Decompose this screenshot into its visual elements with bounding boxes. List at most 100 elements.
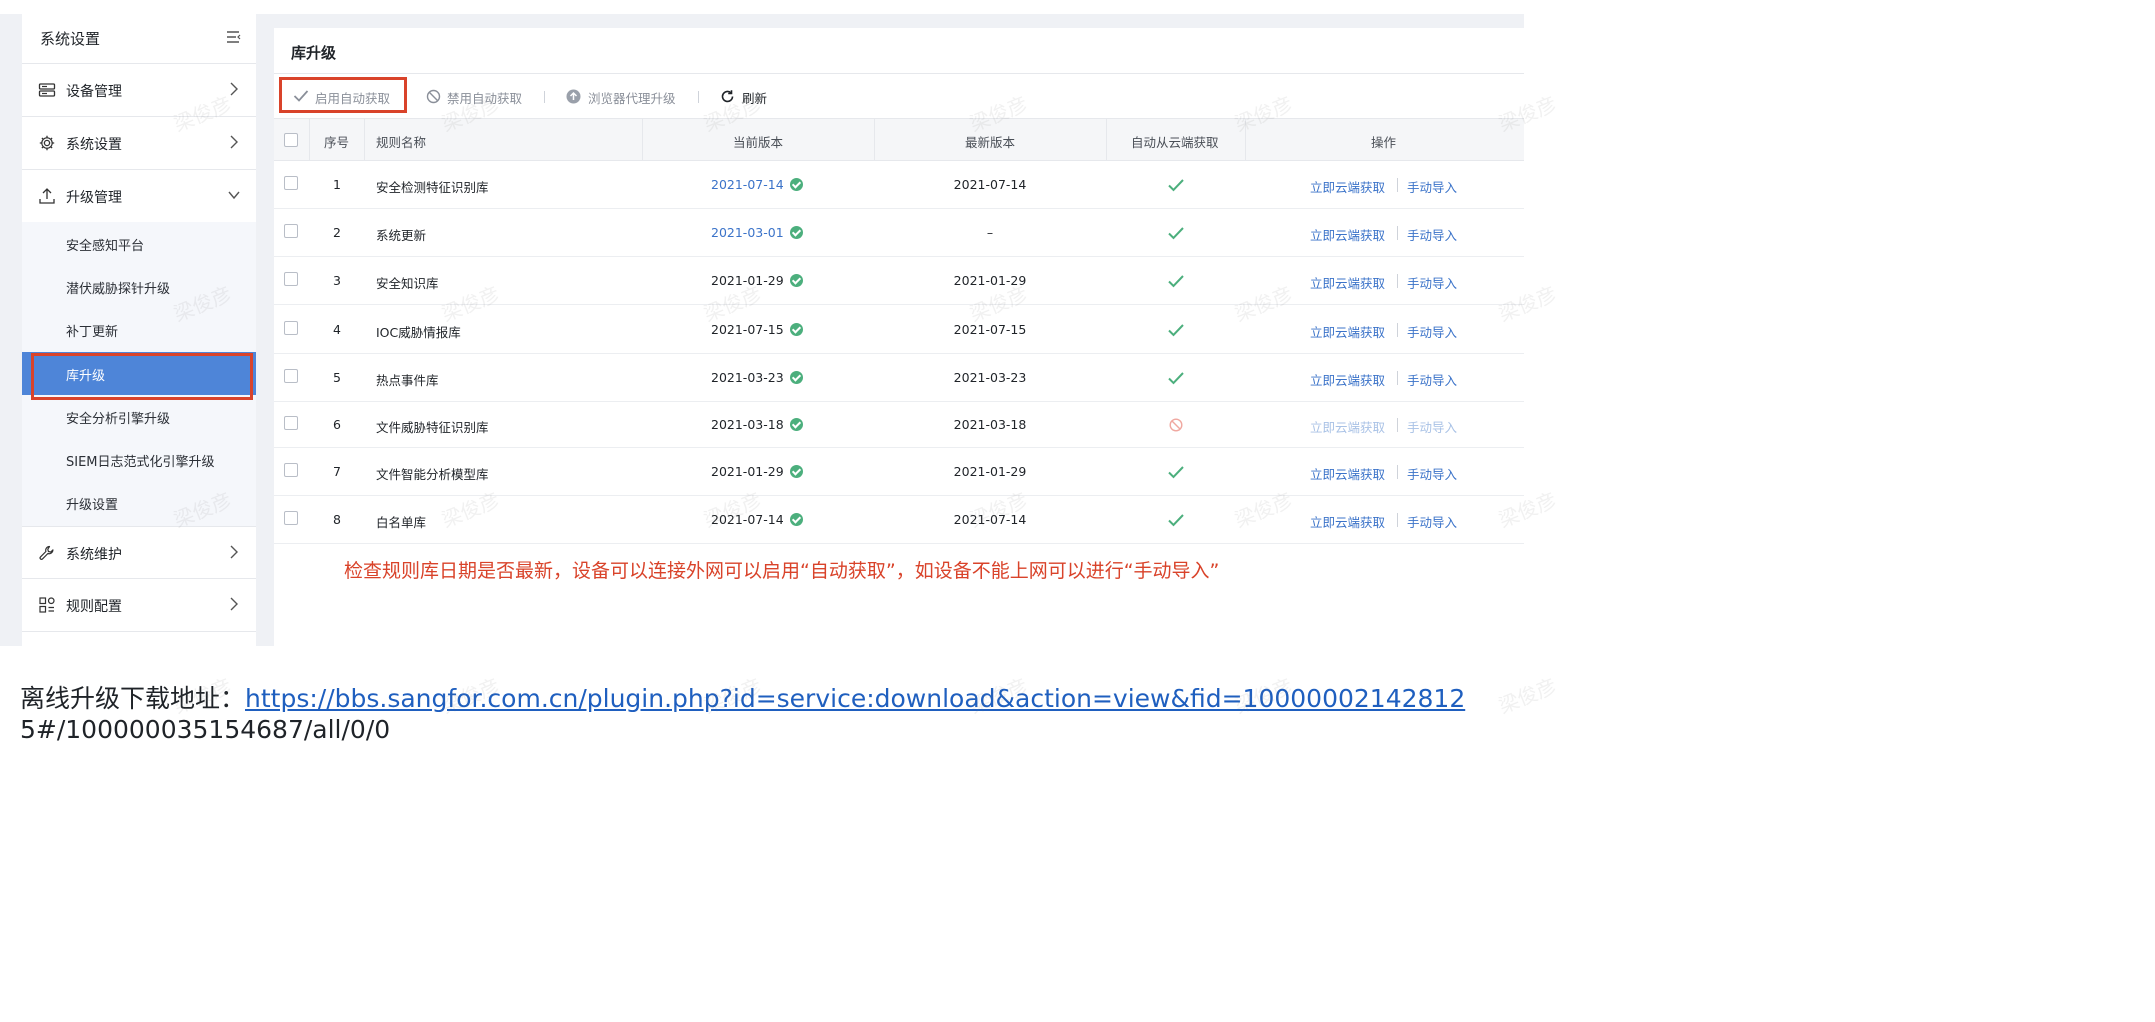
current-version: 2021-07-15 [711, 322, 803, 337]
toolbar: 启用自动获取 禁用自动获取 浏览器代理升级 刷新 [274, 73, 1524, 118]
submenu-item-label: 潜伏威胁探针升级 [66, 282, 171, 297]
manual-import-link[interactable]: 手动导入 [1407, 225, 1457, 244]
row-checkbox[interactable] [284, 463, 298, 477]
chevron-down-icon [228, 191, 240, 200]
check-icon [1168, 372, 1184, 385]
submenu-item-label: 补丁更新 [66, 325, 119, 340]
cloud-fetch-now-link[interactable]: 立即云端获取 [1310, 225, 1385, 244]
upload-icon [39, 188, 55, 204]
column-divider [364, 119, 365, 161]
current-version-date: 2021-03-18 [711, 417, 784, 432]
submenu-item-upgrade-settings[interactable]: 升级设置 [22, 481, 256, 524]
row-index: 1 [333, 177, 341, 192]
latest-version: 2021-01-29 [953, 273, 1027, 288]
table-row: 6 文件威胁特征识别库 2021-03-18 2021-03-18 立即云端获取 手动导入 [274, 402, 1524, 448]
sidebar-item-system-settings[interactable]: 系统设置 [22, 117, 256, 170]
manual-import-link[interactable]: 手动导入 [1407, 370, 1457, 389]
table-row: 1 安全检测特征识别库 2021-07-14 2021-07-14 立即云端获取 手动导入 [274, 161, 1524, 209]
sidebar-item-rule-configuration[interactable]: 规则配置 [22, 579, 256, 632]
sidebar-item-system-maintenance[interactable]: 系统维护 [22, 526, 256, 579]
status-ok-icon [789, 274, 803, 287]
manual-import-link[interactable]: 手动导入 [1407, 464, 1457, 483]
status-ok-icon [789, 178, 803, 191]
refresh-button[interactable]: 刷新 [720, 87, 780, 107]
rule-name: IOC威胁情报库 [376, 324, 461, 340]
action-divider [1397, 274, 1398, 288]
row-checkbox[interactable] [284, 224, 298, 238]
row-checkbox[interactable] [284, 369, 298, 383]
row-checkbox[interactable] [284, 272, 298, 286]
current-version-date[interactable]: 2021-03-01 [711, 225, 784, 240]
manual-import-link[interactable]: 手动导入 [1407, 322, 1457, 341]
table-row: 4 IOC威胁情报库 2021-07-15 2021-07-15 立即云端获取 手动导入 [274, 305, 1524, 354]
current-version-date: 2021-01-29 [711, 464, 784, 479]
status-ok-icon [789, 371, 803, 384]
sidebar-item-label: 系统维护 [66, 547, 122, 563]
browser-proxy-upgrade-button[interactable]: 浏览器代理升级 [566, 87, 684, 107]
cloud-fetch-now-link[interactable]: 立即云端获取 [1310, 322, 1385, 341]
manual-import-link[interactable]: 手动导入 [1407, 177, 1457, 196]
sidebar-item-upgrade-management[interactable]: 升级管理 [22, 170, 256, 223]
latest-version: 2021-07-14 [953, 177, 1027, 192]
submenu-item-threat-probe-upgrade[interactable]: 潜伏威胁探针升级 [22, 265, 256, 308]
row-checkbox[interactable] [284, 511, 298, 525]
latest-version: 2021-07-14 [953, 512, 1027, 527]
action-divider [1397, 322, 1398, 337]
table-header: 序号 规则名称 当前版本 最新版本 自动从云端获取 操作 [274, 118, 1524, 161]
refresh-icon [721, 90, 734, 103]
sidebar-item-label: 设备管理 [66, 84, 122, 100]
offline-download-link[interactable]: https://bbs.sangfor.com.cn/plugin.php?id… [245, 684, 1465, 713]
highlight-box-library-upgrade [31, 353, 253, 400]
browser-proxy-upgrade-label: 浏览器代理升级 [588, 91, 676, 106]
current-version: 2021-01-29 [711, 273, 803, 288]
cloud-fetch-now-link[interactable]: 立即云端获取 [1310, 273, 1385, 292]
sidebar-item-device-management[interactable]: 设备管理 [22, 64, 256, 117]
table-row: 2 系统更新 2021-03-01 – 立即云端获取 手动导入 [274, 209, 1524, 257]
check-icon [1168, 323, 1184, 336]
current-version: 2021-03-23 [711, 370, 803, 385]
highlight-box-enable-auto-fetch [279, 77, 407, 113]
check-icon [1168, 275, 1184, 288]
submenu-item-label: 安全分析引擎升级 [66, 412, 171, 427]
row-checkbox[interactable] [284, 320, 298, 335]
submenu-item-security-platform[interactable]: 安全感知平台 [22, 222, 256, 265]
disabled-icon [1169, 418, 1183, 432]
current-version-date: 2021-07-15 [711, 321, 784, 337]
submenu-item-siem-engine-upgrade[interactable]: SIEM日志范式化引擎升级 [22, 438, 256, 481]
column-divider [642, 119, 643, 161]
submenu-item-analysis-engine-upgrade[interactable]: 安全分析引擎升级 [22, 395, 256, 438]
submenu-item-patch-update[interactable]: 补丁更新 [22, 308, 256, 351]
latest-version: – [986, 225, 994, 240]
current-version-date: 2021-07-14 [711, 512, 784, 527]
row-checkbox[interactable] [284, 176, 298, 190]
disable-auto-fetch-button[interactable]: 禁用自动获取 [426, 87, 530, 107]
cloud-fetch-now-link[interactable]: 立即云端获取 [1310, 464, 1385, 483]
row-checkbox[interactable] [284, 416, 298, 430]
table-row: 3 安全知识库 2021-01-29 2021-01-29 立即云端获取 手动导入 [274, 257, 1524, 305]
rule-name: 白名单库 [376, 515, 427, 530]
manual-import-link: 手动导入 [1407, 420, 1458, 435]
cloud-fetch-now-link[interactable]: 立即云端获取 [1310, 370, 1385, 389]
column-header-rule-name: 规则名称 [376, 135, 427, 150]
cloud-fetch-now-link[interactable]: 立即云端获取 [1310, 512, 1385, 531]
sidebar-item-label: 升级管理 [66, 190, 122, 206]
check-icon [1168, 514, 1184, 527]
manual-import-link[interactable]: 手动导入 [1407, 273, 1457, 292]
column-header-index: 序号 [324, 135, 350, 150]
cloud-fetch-now-link[interactable]: 立即云端获取 [1310, 177, 1385, 196]
column-header-current-version: 当前版本 [733, 135, 784, 150]
current-version-date[interactable]: 2021-07-14 [711, 177, 784, 192]
status-ok-icon [789, 418, 803, 431]
rule-name: 文件威胁特征识别库 [376, 420, 489, 435]
wrench-icon [39, 545, 54, 560]
manual-import-link[interactable]: 手动导入 [1407, 512, 1457, 531]
current-version: 2021-03-18 [711, 417, 803, 432]
current-version: 2021-07-14 [711, 177, 803, 192]
offline-download-link-continued: 5#/100000035154687/all/0/0 [20, 715, 391, 744]
select-all-checkbox[interactable] [284, 133, 298, 147]
collapse-menu-icon[interactable] [226, 30, 242, 44]
status-ok-icon [789, 322, 803, 336]
status-ok-icon [789, 465, 803, 478]
chevron-right-icon [230, 82, 238, 96]
action-divider [1397, 418, 1398, 432]
